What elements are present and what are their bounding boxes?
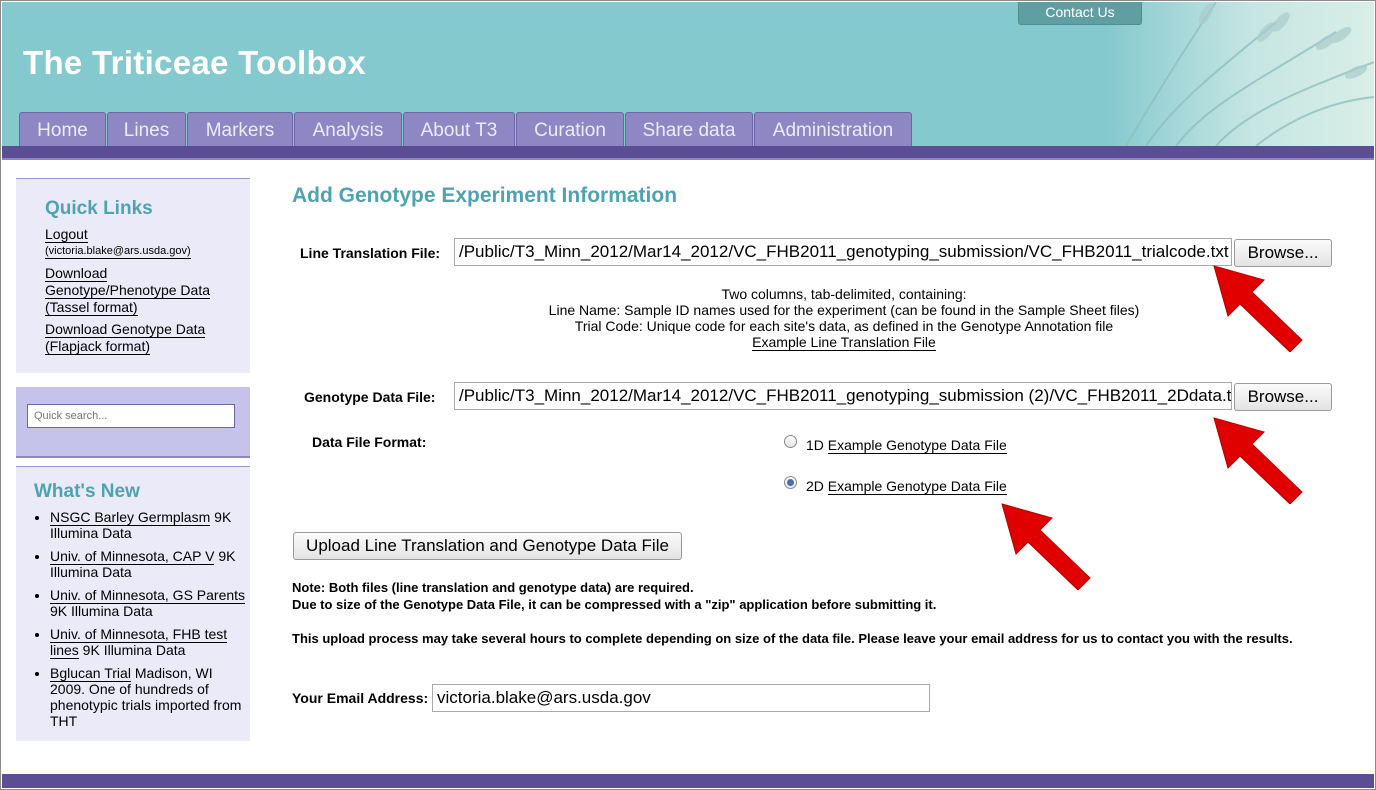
quick-search-panel xyxy=(16,387,250,458)
upload-files-button[interactable]: Upload Line Translation and Genotype Dat… xyxy=(293,532,682,560)
red-arrow-icon xyxy=(1213,417,1303,504)
line-translation-label: Line Translation File: xyxy=(300,245,441,261)
news-list: NSGC Barley Germplasm 9K Illumina Data U… xyxy=(16,509,250,736)
quick-links-panel: Quick Links Logout (victoria.blake@ars.u… xyxy=(16,178,250,373)
news-link[interactable]: NSGC Barley Germplasm xyxy=(50,509,211,526)
news-link[interactable]: Univ. of Minnesota, CAP V xyxy=(50,548,215,565)
example-line-translation-link[interactable]: Example Line Translation File xyxy=(752,334,936,351)
example-1d-link[interactable]: Example Genotype Data File xyxy=(827,437,1007,454)
format-2d-label: 2D Example Genotype Data File xyxy=(806,478,1007,495)
footer-band xyxy=(2,774,1374,788)
tab-lines[interactable]: Lines xyxy=(107,112,186,146)
required-note: Note: Both files (line translation and g… xyxy=(292,580,937,612)
contact-us-link[interactable]: Contact Us xyxy=(1018,2,1142,25)
email-label: Your Email Address: xyxy=(292,690,429,706)
page-title: Add Genotype Experiment Information xyxy=(292,184,678,207)
format-1d-radio[interactable] xyxy=(784,435,797,448)
format-1d-label: 1D Example Genotype Data File xyxy=(806,437,1007,454)
list-item: Univ. of Minnesota, GS Parents 9K Illumi… xyxy=(50,587,250,619)
email-field[interactable]: victoria.blake@ars.usda.gov xyxy=(432,684,930,712)
header-divider-band xyxy=(2,146,1374,160)
site-title: The Triticeae Toolbox xyxy=(23,44,367,81)
red-arrow-icon xyxy=(1213,265,1303,352)
logout-link[interactable]: Logout xyxy=(45,226,88,243)
user-email-text: (victoria.blake@ars.usda.gov) xyxy=(45,245,191,259)
data-format-label: Data File Format: xyxy=(312,434,427,450)
tab-about-t3[interactable]: About T3 xyxy=(403,112,515,146)
tab-administration[interactable]: Administration xyxy=(754,112,912,146)
tab-home[interactable]: Home xyxy=(19,112,106,146)
site-header: The Triticeae Toolbox Contact Us Home Li… xyxy=(2,2,1374,146)
list-item: Univ. of Minnesota, CAP V 9K Illumina Da… xyxy=(50,548,250,580)
tab-curation[interactable]: Curation xyxy=(516,112,624,146)
whats-new-panel: What's New NSGC Barley Germplasm 9K Illu… xyxy=(16,466,250,741)
tab-share-data[interactable]: Share data xyxy=(625,112,753,146)
news-link[interactable]: Univ. of Minnesota, GS Parents xyxy=(50,587,246,604)
browse-genotype-button[interactable]: Browse... xyxy=(1234,383,1332,411)
genotype-file-label: Genotype Data File: xyxy=(304,389,436,405)
list-item: Univ. of Minnesota, FHB test lines 9K Il… xyxy=(50,626,250,659)
news-link[interactable]: Bglucan Trial xyxy=(50,665,131,682)
whats-new-title: What's New xyxy=(34,481,140,502)
list-item: NSGC Barley Germplasm 9K Illumina Data xyxy=(50,509,250,541)
line-translation-help: Two columns, tab-delimited, containing: … xyxy=(548,286,1140,351)
example-2d-link[interactable]: Example Genotype Data File xyxy=(827,478,1007,495)
wheat-banner-image xyxy=(1106,2,1374,146)
upload-time-notice: This upload process may take several hou… xyxy=(292,631,1293,646)
line-translation-file-field[interactable]: /Public/T3_Minn_2012/Mar14_2012/VC_FHB20… xyxy=(454,238,1232,266)
tab-analysis[interactable]: Analysis xyxy=(294,112,402,146)
red-arrow-icon xyxy=(1001,503,1091,590)
quick-search-input[interactable] xyxy=(27,404,235,428)
tab-markers[interactable]: Markers xyxy=(187,112,293,146)
genotype-data-file-field[interactable]: /Public/T3_Minn_2012/Mar14_2012/VC_FHB20… xyxy=(454,382,1232,410)
format-2d-radio[interactable] xyxy=(784,476,797,489)
quick-links-title: Quick Links xyxy=(45,198,153,219)
list-item: Bglucan Trial Madison, WI 2009. One of h… xyxy=(50,665,250,729)
